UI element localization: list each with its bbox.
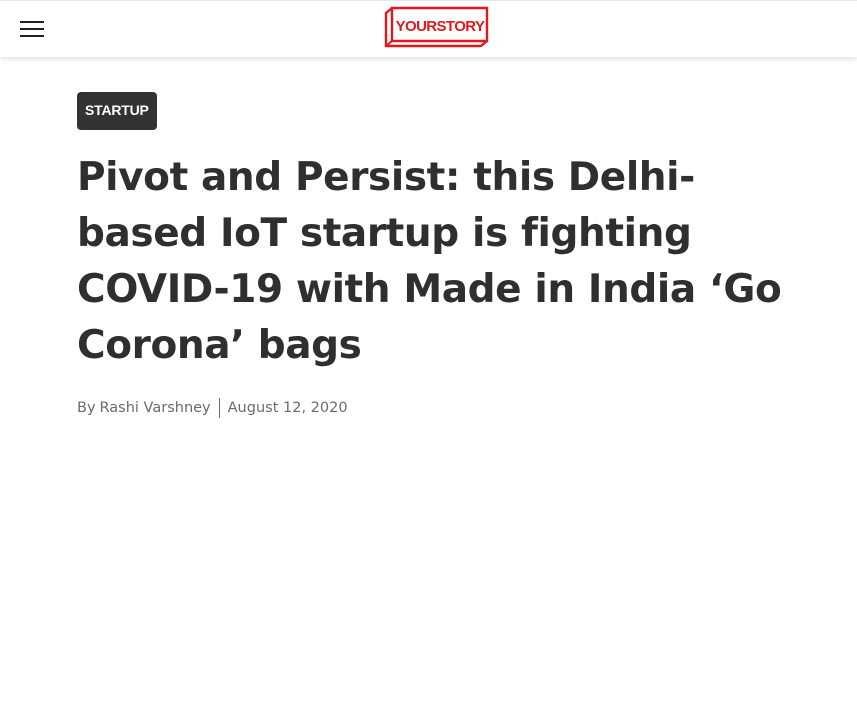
menu-line [20, 35, 44, 37]
article-byline: By Rashi Varshney August 12, 2020 [77, 397, 797, 419]
article-header: STARTUP Pivot and Persist: this Delhi-ba… [77, 92, 797, 419]
hamburger-menu-icon[interactable] [17, 17, 47, 41]
byline-divider [218, 398, 220, 418]
top-navigation-bar: YOURSTORY [0, 0, 857, 57]
yourstory-logo-icon: YOURSTORY [384, 6, 489, 48]
author-name-link[interactable]: Rashi Varshney [100, 400, 211, 416]
menu-line [20, 21, 44, 23]
logo-text: YOURSTORY [396, 18, 485, 35]
menu-line [20, 28, 44, 30]
yourstory-logo[interactable]: YOURSTORY [383, 5, 489, 49]
publish-date: August 12, 2020 [227, 400, 348, 416]
article-title: Pivot and Persist: this Delhi-based IoT … [77, 155, 782, 368]
byline-prefix: By [77, 400, 96, 416]
page: YOURSTORY STARTUP Pivot and Persist: thi… [0, 0, 857, 720]
category-tag[interactable]: STARTUP [77, 92, 157, 130]
